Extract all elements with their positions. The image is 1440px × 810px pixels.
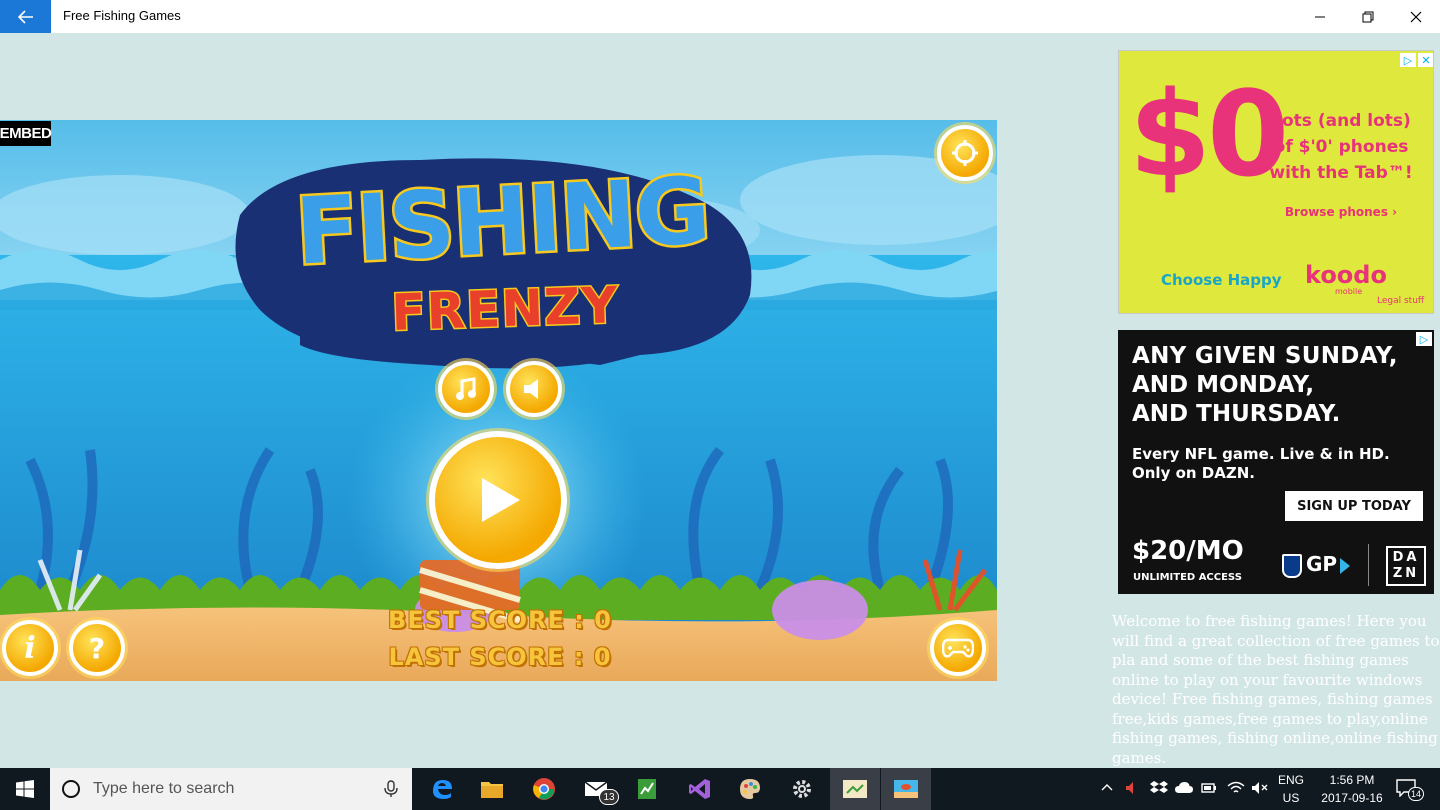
onedrive-icon[interactable] [1174,781,1194,795]
dropbox-icon[interactable] [1150,779,1168,797]
dazn-headline-1: ANY GIVEN SUNDAY, [1132,343,1398,369]
taskbar-paint[interactable] [725,768,775,810]
crosshair-icon [952,140,978,166]
taskbar-file-explorer[interactable] [467,768,517,810]
back-arrow-icon [17,9,33,24]
koodo-ad[interactable]: ▷ ✕ $0 Lots (and lots) of $'0' phones wi… [1118,50,1434,314]
action-center-button[interactable]: 14 [1394,776,1424,802]
fullscreen-button[interactable] [937,125,993,181]
play-button[interactable] [429,431,567,569]
last-score-label: LAST SCORE : 0 [388,643,612,671]
taskbar-active-app[interactable] [830,768,880,810]
wifi-icon[interactable] [1227,781,1245,795]
chrome-icon [533,778,555,800]
paint-palette-icon [740,779,760,799]
app-window-icon [843,780,867,798]
music-note-icon [456,377,476,400]
site-description: Welcome to free fishing games! Here you … [1112,612,1440,767]
cortana-icon [62,780,80,798]
restore-button[interactable] [1344,0,1392,33]
taskbar-edge[interactable] [417,768,467,810]
notepad-chart-icon [638,779,656,799]
koodo-logo-sub: mobile [1335,287,1363,296]
dazn-headline-3: AND THURSDAY. [1132,401,1341,427]
dazn-logo-top: DA [1392,550,1420,565]
best-score-label: BEST SCORE : 0 [388,606,612,634]
taskbar-chrome[interactable] [519,768,569,810]
game-canvas[interactable]: FISHING FRENZY i ? BEST SCORE: 0 LAST S… [0,120,997,681]
koodo-logo: koodo [1305,261,1387,289]
tray-speaker-alert-icon[interactable] [1124,780,1140,796]
dazn-sub-1: Every NFL game. Live & in HD. [1132,445,1390,463]
dazn-headline-2: AND MONDAY, [1132,372,1315,398]
info-icon: i [24,630,36,666]
koodo-slogan: Choose Happy [1161,271,1282,289]
adchoices-icon[interactable]: ▷ [1416,332,1432,346]
ad-divider [1368,544,1369,586]
language-indicator-top[interactable]: ENG [1274,773,1308,787]
dazn-logo: DA ZN [1386,546,1426,586]
edge-icon [433,780,452,799]
help-button[interactable]: ? [69,620,125,676]
sound-toggle-button[interactable] [506,361,562,417]
speaker-icon [524,379,538,399]
taskbar-settings[interactable] [777,768,827,810]
taskbar-notepad-app[interactable] [622,768,672,810]
koodo-headline-1: Lots (and lots) [1271,111,1411,131]
language-indicator-bottom[interactable]: US [1274,791,1308,805]
dazn-sub-2: Only on DAZN. [1132,464,1255,482]
folder-icon [481,782,503,798]
microphone-icon[interactable] [384,780,398,798]
nfl-shield-icon [1282,554,1302,578]
question-mark-icon: ? [88,631,106,665]
battery-icon[interactable] [1201,781,1217,795]
close-icon [1410,11,1422,22]
koodo-cta[interactable]: Browse phones › [1251,205,1431,219]
dazn-signup-button[interactable]: SIGN UP TODAY [1285,491,1423,521]
koodo-headline-3: with the Tab™! [1269,163,1413,183]
visual-studio-icon [689,779,710,799]
taskbar-search-box[interactable]: Type here to search [50,768,412,810]
gamepad-icon [942,638,974,658]
show-hidden-icons-icon[interactable] [1101,782,1113,794]
info-button[interactable]: i [2,620,58,676]
koodo-legal[interactable]: Legal stuff [1377,296,1424,306]
dazn-price-sub: UNLIMITED ACCESS [1133,572,1242,583]
adchoices-icon[interactable]: ▷ [1400,53,1416,67]
window-title: Free Fishing Games [63,8,181,23]
windows-logo-icon [16,780,34,798]
nfl-gp-logo: GP [1306,552,1338,576]
mail-badge: 13 [599,789,619,805]
dazn-ad[interactable]: ▷ ANY GIVEN SUNDAY, AND MONDAY, AND THUR… [1118,330,1434,594]
minimize-button[interactable] [1296,0,1344,33]
fishing-game-icon [894,780,918,798]
gp-arrow-icon [1340,558,1350,574]
koodo-headline-2: of $'0' phones [1273,137,1409,157]
dazn-logo-bottom: ZN [1392,566,1420,581]
taskbar-visual-studio[interactable] [675,768,725,810]
back-button[interactable] [0,0,51,33]
restore-icon [1362,11,1374,22]
taskbar: Type here to search 13 ENG US 1:56 PM 20… [0,768,1440,810]
play-icon [482,478,520,522]
taskbar-fishing-games[interactable] [881,768,931,810]
start-button[interactable] [0,768,50,810]
volume-muted-icon[interactable] [1251,781,1269,795]
clock-date[interactable]: 2017-09-16 [1310,791,1394,805]
close-button[interactable] [1392,0,1440,33]
gear-icon [793,780,811,798]
more-games-button[interactable] [930,620,986,676]
search-placeholder: Type here to search [93,780,235,797]
notification-badge: 14 [1408,787,1424,801]
clock-time[interactable]: 1:56 PM [1310,773,1394,787]
taskbar-mail[interactable]: 13 [572,768,622,810]
minimize-icon [1315,16,1325,17]
dazn-price: $20/MO [1132,536,1244,566]
title-bar: Free Fishing Games [0,0,1440,33]
ad-close-icon[interactable]: ✕ [1418,53,1433,67]
game-title-line2: FRENZY [389,275,621,344]
embed-button[interactable]: EMBED [0,121,52,146]
music-toggle-button[interactable] [438,361,494,417]
